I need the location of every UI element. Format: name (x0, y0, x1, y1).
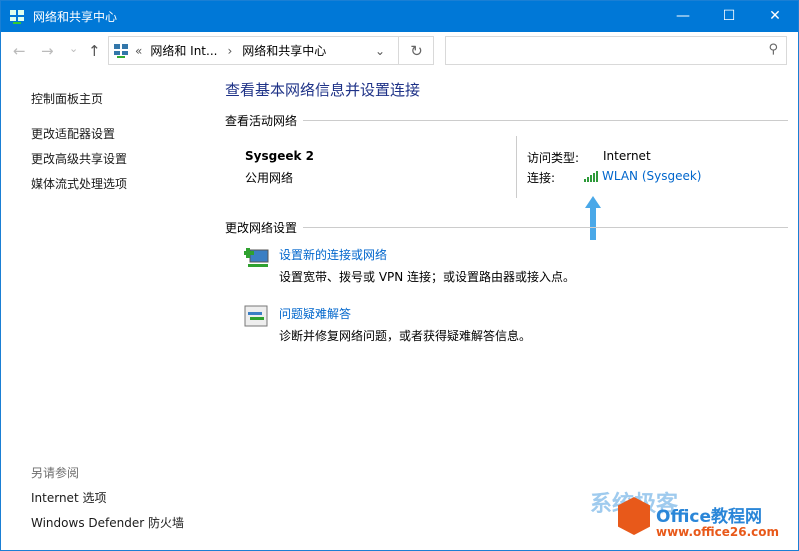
sidebar-link-adapter[interactable]: 更改适配器设置 (31, 125, 115, 142)
breadcrumb-current[interactable]: 网络和共享中心 (242, 42, 326, 59)
network-center-icon (113, 43, 129, 59)
troubleshoot-desc: 诊断并修复网络问题，或者获得疑难解答信息。 (279, 329, 532, 343)
sidebar-link-sharing[interactable]: 更改高级共享设置 (31, 150, 127, 167)
see-also-firewall[interactable]: Windows Defender 防火墙 (31, 514, 184, 531)
change-settings-section: 更改网络设置 (225, 219, 788, 236)
sidebar-home-link[interactable]: 控制面板主页 (31, 90, 103, 107)
breadcrumb-item[interactable]: 网络和 Int... (150, 42, 217, 59)
breadcrumb-overflow[interactable]: « (135, 44, 142, 58)
address-bar[interactable]: « 网络和 Int... › 网络和共享中心 ⌄ (108, 36, 434, 65)
access-type-value: Internet (603, 149, 651, 163)
refresh-button[interactable]: ↻ (398, 36, 434, 65)
back-button[interactable]: ← (13, 42, 26, 60)
connection-link[interactable]: WLAN (Sysgeek) (584, 169, 702, 183)
maximize-button[interactable]: ☐ (706, 1, 752, 31)
see-also-internet-options[interactable]: Internet 选项 (31, 489, 106, 506)
window-title: 网络和共享中心 (33, 10, 118, 24)
forward-button[interactable]: → (41, 42, 54, 60)
minimize-button[interactable]: — (660, 1, 706, 31)
divider (516, 136, 517, 198)
setup-connection-desc: 设置宽带、拨号或 VPN 连接；或设置路由器或接入点。 (279, 270, 576, 284)
see-also-title: 另请参阅 (31, 466, 80, 480)
navigation-bar: ← → ⌄ ↑ « 网络和 Int... › 网络和共享中心 ⌄ ↻ ⚲ (1, 32, 798, 70)
address-dropdown-icon[interactable]: ⌄ (375, 44, 385, 58)
wifi-signal-icon (584, 170, 598, 182)
up-button[interactable]: ↑ (88, 42, 101, 60)
access-type-label: 访问类型: (527, 151, 580, 165)
active-networks-section: 查看活动网络 (225, 112, 788, 129)
search-icon: ⚲ (768, 42, 778, 57)
connection-value[interactable]: WLAN (Sysgeek) (602, 169, 702, 183)
network-name: Sysgeek 2 (245, 149, 314, 163)
network-center-icon (9, 9, 25, 25)
watermark-url: www.office26.com (656, 525, 780, 539)
close-button[interactable]: ✕ (752, 1, 798, 31)
sidebar-link-media[interactable]: 媒体流式处理选项 (31, 175, 127, 192)
setup-connection-link[interactable]: 设置新的连接或网络 (279, 246, 387, 263)
title-bar: 网络和共享中心 — ☐ ✕ (1, 1, 798, 32)
search-input[interactable]: ⚲ (445, 36, 787, 65)
troubleshoot-link[interactable]: 问题疑难解答 (279, 305, 351, 322)
troubleshoot-icon (244, 305, 268, 327)
section-title: 更改网络设置 (225, 221, 298, 235)
section-title: 查看活动网络 (225, 114, 298, 128)
network-type[interactable]: 公用网络 (245, 169, 293, 186)
watermark-brand2: Office教程网 (656, 507, 763, 527)
recent-locations-button[interactable]: ⌄ (69, 42, 78, 55)
breadcrumb-separator[interactable]: › (227, 44, 232, 58)
connection-label: 连接: (527, 171, 556, 185)
watermark: 系统极客 Office教程网 www.office26.com (590, 492, 790, 544)
page-heading: 查看基本网络信息并设置连接 (225, 81, 421, 99)
new-connection-icon (244, 248, 269, 267)
